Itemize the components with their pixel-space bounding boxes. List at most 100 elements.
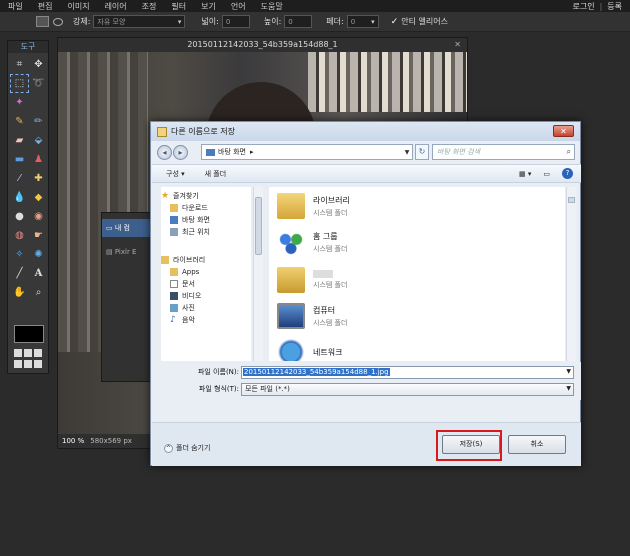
menu-file[interactable]: 파일 xyxy=(8,1,23,12)
feather-select[interactable]: 0 ▾ xyxy=(346,15,379,28)
pinch-tool-icon[interactable]: ✧ xyxy=(10,245,29,264)
tools-panel: 도구 ⌗ ✥ ⬚ ➰ ✦ ✎ ✏ ▰ ⬙ ▬ ♟ ⁄ ✚ 💧 ◆ ● ◉ ◍ ☛… xyxy=(7,40,49,374)
burn-tool-icon[interactable]: ◉ xyxy=(29,207,48,226)
nav-desktop[interactable]: 바탕 화면 xyxy=(161,214,251,226)
smudge-tool-icon[interactable]: ☛ xyxy=(29,226,48,245)
menu-image[interactable]: 이미지 xyxy=(67,1,89,12)
view-mode-grid-icon[interactable] xyxy=(14,349,44,369)
check-icon: ✓ xyxy=(390,16,399,27)
hand-tool-icon[interactable]: ✋ xyxy=(10,283,29,302)
new-folder-button[interactable]: 새 폴더 xyxy=(205,169,227,179)
nav-libraries[interactable]: 라이브러리 xyxy=(161,254,251,266)
nav-videos[interactable]: 비디오 xyxy=(161,290,251,302)
nav-pictures[interactable]: 사진 xyxy=(161,302,251,314)
address-value: 바탕 화면 xyxy=(218,148,246,156)
move-tool-icon[interactable]: ✥ xyxy=(29,55,48,74)
marquee-tool-icon[interactable]: ⬚ xyxy=(10,74,29,93)
antialias-checkbox[interactable]: ✓ 안티 앨리어스 xyxy=(391,16,448,27)
rect-select-icon[interactable] xyxy=(36,16,49,27)
dodge-tool-icon[interactable]: ● xyxy=(10,207,29,226)
picker-tool-icon[interactable]: ⁄ xyxy=(10,169,29,188)
crop-tool-icon[interactable]: ⌗ xyxy=(10,55,29,74)
library-icon xyxy=(277,193,305,219)
dialog-titlebar[interactable]: 다른 이름으로 저장 xyxy=(151,122,580,141)
image-size: 580x569 px xyxy=(90,437,132,445)
view-options-icon[interactable]: ▦ ▾ xyxy=(519,170,531,178)
nav-recent[interactable]: 최근 위치 xyxy=(161,226,251,238)
organize-button[interactable]: 구성 ▾ xyxy=(166,169,185,179)
text-tool-icon[interactable]: A xyxy=(29,264,48,283)
file-scroll-thumb[interactable] xyxy=(568,197,575,203)
refresh-button[interactable]: ↻ xyxy=(415,144,429,160)
close-icon[interactable]: ✕ xyxy=(454,38,461,52)
nav-apps[interactable]: Apps xyxy=(161,266,251,278)
color-swatch[interactable] xyxy=(14,325,44,343)
desktop-icon xyxy=(170,216,178,224)
menu-view[interactable]: 보기 xyxy=(201,1,216,12)
filename-input[interactable]: 20150112142033_54b359a154d88_1.jpg ▼ xyxy=(241,365,574,379)
file-item-library[interactable]: 라이브러리시스템 폴더 xyxy=(277,189,350,223)
file-name: 라이브러리 xyxy=(313,195,350,205)
cancel-button[interactable]: 취소 xyxy=(508,435,566,454)
menu-help[interactable]: 도움말 xyxy=(261,1,283,12)
filetype-select[interactable]: 모든 파일 (*.*) ▼ xyxy=(241,382,574,396)
gradient-tool-icon[interactable]: ▬ xyxy=(10,150,29,169)
file-name: 네트워크 xyxy=(313,347,343,357)
recent-places-icon xyxy=(170,228,178,236)
chevron-down-icon[interactable]: ▼ xyxy=(402,149,412,156)
brush-tool-icon[interactable]: ✏ xyxy=(29,112,48,131)
menu-edit[interactable]: 편집 xyxy=(38,1,53,12)
dialog-close-button[interactable]: ✕ xyxy=(553,125,574,137)
lasso-tool-icon[interactable]: ➰ xyxy=(29,74,48,93)
hide-folders-toggle[interactable]: ^ 폴더 숨기기 xyxy=(164,443,210,453)
search-input[interactable]: 바탕 화면 검색 ⌕ xyxy=(432,144,575,160)
drop-tool-icon[interactable]: 💧 xyxy=(10,188,29,207)
ellipse-select-icon[interactable] xyxy=(53,17,63,26)
line-tool-icon[interactable]: ╱ xyxy=(10,264,29,283)
stamp-tool-icon[interactable]: ♟ xyxy=(29,150,48,169)
nav-documents[interactable]: 문서 xyxy=(161,278,251,290)
register-link[interactable]: 등록 xyxy=(607,1,622,12)
menu-layer[interactable]: 레이어 xyxy=(105,1,127,12)
heal-tool-icon[interactable]: ✚ xyxy=(29,169,48,188)
file-type: 시스템 폴더 xyxy=(313,281,348,289)
menu-language[interactable]: 언어 xyxy=(231,1,246,12)
wand-tool-icon[interactable]: ✦ xyxy=(10,93,29,112)
search-placeholder: 바탕 화면 검색 xyxy=(437,148,481,156)
menu-adjust[interactable]: 조정 xyxy=(142,1,157,12)
redeye-tool-icon[interactable]: ◍ xyxy=(10,226,29,245)
back-button[interactable]: ◂ xyxy=(157,144,172,160)
nav-downloads[interactable]: 다운로드 xyxy=(161,202,251,214)
zoom-field[interactable]: 100 % xyxy=(62,437,84,445)
bucket-tool-icon[interactable]: ⬙ xyxy=(29,131,48,150)
login-link[interactable]: 로그인 xyxy=(572,1,594,12)
file-item-homegroup[interactable]: 홈 그룹 시스템 폴더 xyxy=(277,225,347,259)
nav-scrollbar[interactable] xyxy=(253,187,263,361)
apps-folder-icon xyxy=(170,268,178,276)
file-item-computer[interactable]: 컴퓨터 시스템 폴더 xyxy=(277,299,347,333)
nav-favorites[interactable]: ★ 즐겨찾기 xyxy=(161,190,251,202)
file-item-user[interactable]: 시스템 폴더 xyxy=(277,263,347,297)
address-bar[interactable]: 바탕 화면 ▸ ▼ xyxy=(201,144,413,160)
chevron-down-icon[interactable]: ▼ xyxy=(566,368,571,375)
pencil-tool-icon[interactable]: ✎ xyxy=(10,112,29,131)
preview-pane-icon[interactable]: ▭ xyxy=(543,170,550,178)
nav-scroll-thumb[interactable] xyxy=(255,197,262,255)
width-input[interactable]: 0 xyxy=(221,15,250,28)
nav-libraries-label: 라이브러리 xyxy=(173,256,206,264)
nav-music[interactable]: ♪ 음악 xyxy=(161,314,251,326)
sponge-tool-icon[interactable]: ◆ xyxy=(29,188,48,207)
eraser-tool-icon[interactable]: ▰ xyxy=(10,131,29,150)
help-icon[interactable]: ? xyxy=(562,168,573,179)
forward-button[interactable]: ▸ xyxy=(173,144,188,160)
file-list-scrollbar[interactable] xyxy=(566,187,576,361)
zoom-tool-icon[interactable]: ⌕ xyxy=(29,283,48,302)
nav-desktop-label: 바탕 화면 xyxy=(182,216,210,224)
bloat-tool-icon[interactable]: ✺ xyxy=(29,245,48,264)
menu-filter[interactable]: 필터 xyxy=(171,1,186,12)
homegroup-icon xyxy=(277,229,305,255)
file-type: 시스템 폴더 xyxy=(313,208,348,217)
file-item-network[interactable]: 네트워크 xyxy=(277,335,342,361)
height-input[interactable]: 0 xyxy=(284,15,313,28)
mode-select[interactable]: 자유 모양 ▾ xyxy=(93,15,186,28)
